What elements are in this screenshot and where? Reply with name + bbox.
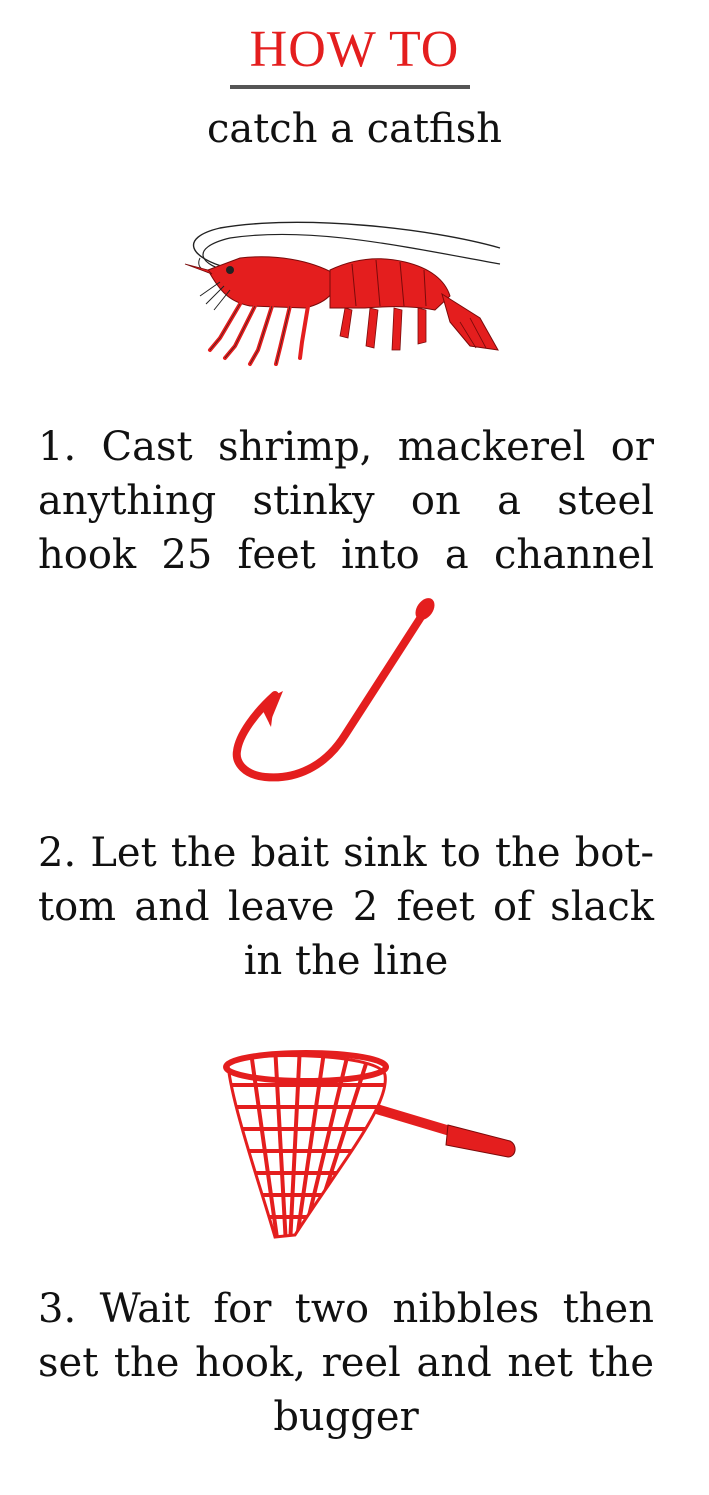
shrimp-icon bbox=[184, 221, 501, 366]
page-subtitle: catch a catfish bbox=[206, 106, 503, 152]
title-underline bbox=[230, 85, 470, 89]
step-3-text: 3. Wait for two nibbles then set the hoo… bbox=[38, 1286, 654, 1440]
step-1-text: 1. Cast shrimp, mackerel or anything sti… bbox=[38, 424, 654, 578]
step-2-text: 2. Let the bait sink to the bot-tom and … bbox=[38, 830, 654, 984]
fish-hook-icon bbox=[232, 598, 435, 782]
page-title: HOW TO bbox=[249, 21, 460, 78]
landing-net-icon bbox=[223, 1050, 516, 1239]
